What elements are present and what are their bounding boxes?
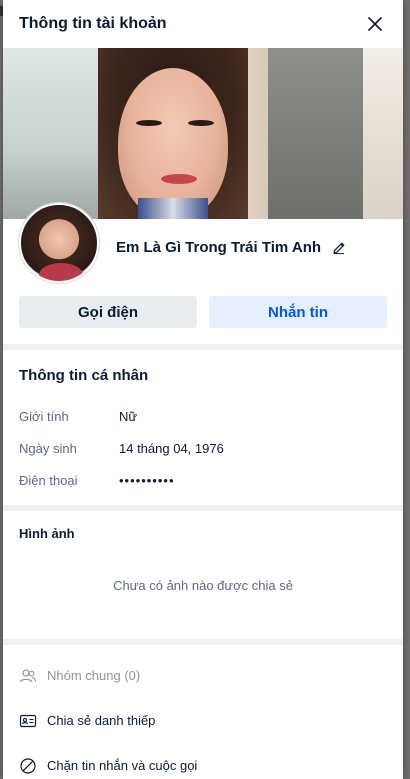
dialog-title: Thông tin tài khoản (19, 15, 167, 32)
info-row-birthday: Ngày sinh 14 tháng 04, 1976 (19, 432, 387, 464)
share-card-item[interactable]: Chia sẻ danh thiếp (3, 698, 403, 743)
info-label: Giới tính (19, 408, 69, 424)
action-buttons: Gọi điện Nhắn tin (3, 296, 403, 328)
cover-shirt (138, 198, 208, 219)
contact-card-icon (19, 712, 37, 730)
avatar[interactable] (19, 203, 99, 283)
cover-eye (188, 120, 214, 126)
info-value: Nữ (119, 408, 138, 424)
info-value: 14 tháng 04, 1976 (119, 440, 224, 456)
cover-photo[interactable] (3, 48, 403, 219)
cover-window (3, 48, 98, 219)
info-value: •••••••••• (119, 472, 175, 488)
cover-face (118, 68, 228, 219)
info-label: Điện thoại (19, 472, 78, 488)
block-item[interactable]: Chặn tin nhắn và cuộc gọi (3, 743, 403, 779)
photos-section: Hình ảnh Chưa có ảnh nào được chia sẻ (3, 511, 403, 639)
personal-info-section: Thông tin cá nhân Giới tính Nữ Ngày sinh… (3, 350, 403, 496)
info-label: Ngày sinh (19, 440, 77, 456)
photos-empty-text: Chưa có ảnh nào được chia sẻ (113, 577, 293, 593)
photos-title: Hình ảnh (19, 525, 75, 541)
cover-window (363, 48, 403, 219)
cover-eye (136, 120, 162, 126)
avatar-shirt (39, 263, 83, 281)
common-groups-item[interactable]: Nhóm chung (0) (3, 653, 403, 698)
display-name: Em Là Gì Trong Trái Tim Anh (116, 239, 322, 256)
info-row-gender: Giới tính Nữ (19, 400, 387, 432)
message-button[interactable]: Nhắn tin (209, 296, 387, 328)
info-row-phone: Điện thoại •••••••••• (19, 464, 387, 496)
close-icon (368, 17, 382, 31)
cover-lips (161, 174, 197, 184)
common-groups-label: Nhóm chung (0) (47, 668, 141, 683)
name-wrap: Em Là Gì Trong Trái Tim Anh (116, 239, 347, 256)
account-info-dialog: Thông tin tài khoản Em Là Gì Trong Trái … (3, 0, 403, 779)
block-label: Chặn tin nhắn và cuộc gọi (47, 758, 198, 773)
call-button[interactable]: Gọi điện (19, 296, 197, 328)
dialog-header: Thông tin tài khoản (3, 0, 403, 48)
profile-row: Em Là Gì Trong Trái Tim Anh (3, 203, 403, 296)
block-icon (19, 757, 37, 775)
close-button[interactable] (363, 12, 387, 36)
personal-info-title: Thông tin cá nhân (19, 366, 149, 384)
edit-icon (333, 242, 345, 254)
cover-car-seat (268, 48, 363, 219)
share-card-label: Chia sẻ danh thiếp (47, 713, 156, 728)
edit-name-button[interactable] (331, 240, 347, 256)
users-icon (19, 667, 37, 685)
